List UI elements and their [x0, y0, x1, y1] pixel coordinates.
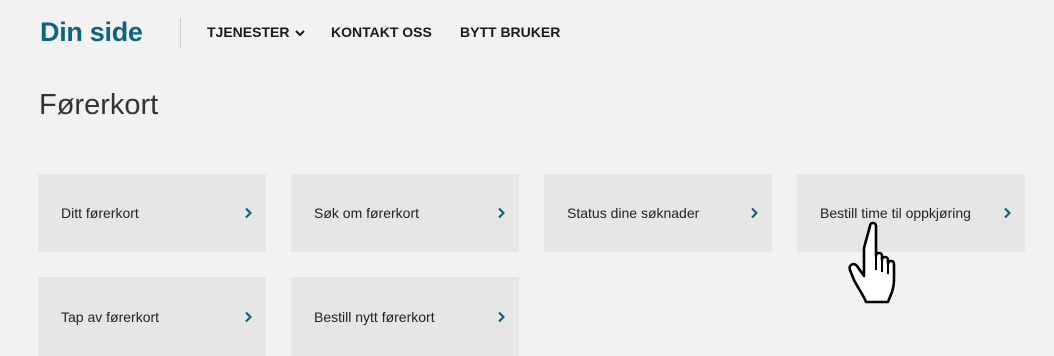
tile-label: Bestill time til oppkjøring: [820, 205, 971, 221]
chevron-right-icon: [1004, 207, 1011, 219]
chevron-right-icon: [498, 207, 505, 219]
brand-logo[interactable]: Din side: [40, 17, 143, 48]
tile-bestill-time-til-oppkjoring[interactable]: Bestill time til oppkjøring: [797, 174, 1025, 252]
nav-item-kontakt-oss[interactable]: KONTAKT OSS: [331, 24, 432, 40]
chevron-right-icon: [498, 311, 505, 322]
nav-item-tjenester[interactable]: TJENESTER: [207, 24, 306, 40]
tile-label: Tap av førerkort: [61, 308, 160, 325]
tile-sok-om-forerkort[interactable]: Søk om førerkort: [291, 174, 519, 252]
tile-label: Ditt førerkort: [61, 205, 139, 221]
page-title: Førerkort: [39, 89, 159, 121]
chevron-right-icon: [245, 207, 252, 219]
tile-status-dine-soknader[interactable]: Status dine søknader: [544, 174, 772, 252]
chevron-right-icon: [751, 207, 758, 219]
tile-label: Status dine søknader: [567, 205, 700, 221]
header-divider: [180, 18, 181, 48]
nav-item-bytt-bruker[interactable]: BYTT BRUKER: [460, 24, 560, 40]
tile-tap-av-forerkort[interactable]: Tap av førerkort: [38, 277, 266, 356]
chevron-right-icon: [245, 311, 252, 322]
site-header: Din side TJENESTER KONTAKT OSS BYTT BRUK…: [0, 0, 1054, 72]
tile-ditt-forerkort[interactable]: Ditt førerkort: [38, 174, 266, 252]
nav-item-label: BYTT BRUKER: [460, 24, 561, 40]
tile-bestill-nytt-forerkort[interactable]: Bestill nytt førerkort: [291, 277, 519, 356]
tile-label: Søk om førerkort: [314, 205, 420, 221]
chevron-down-icon: [295, 24, 306, 40]
tile-label: Bestill nytt førerkort: [314, 308, 435, 325]
page: Din side TJENESTER KONTAKT OSS BYTT BRUK…: [0, 0, 1054, 356]
nav-item-label: KONTAKT OSS: [331, 24, 432, 40]
nav-item-label: TJENESTER: [207, 24, 290, 40]
